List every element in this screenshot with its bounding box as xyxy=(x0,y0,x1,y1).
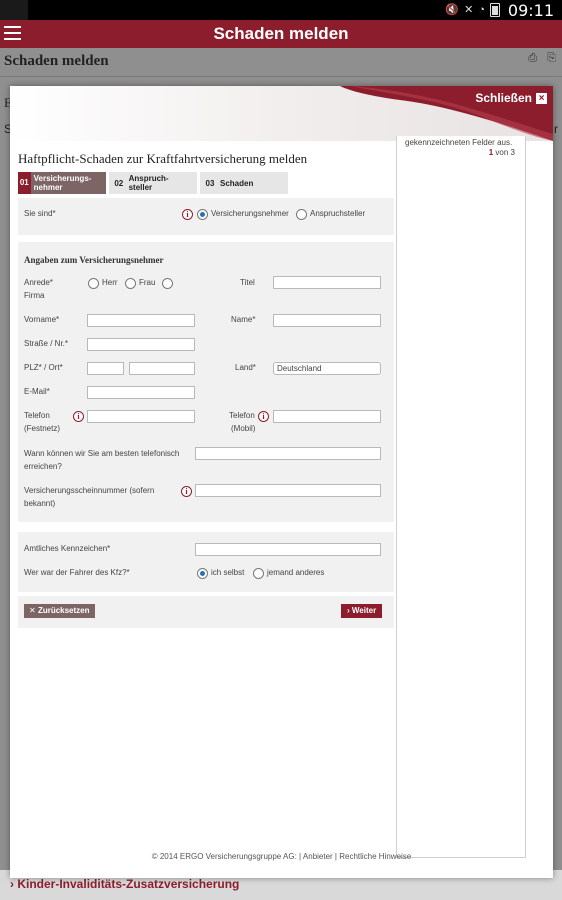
claim-form-modal: Schließen × gekennzeichneten Felder aus.… xyxy=(10,86,553,878)
vehicle-panel: Amtliches Kennzeichen* Wer war der Fahre… xyxy=(18,532,394,592)
kennzeichen-input[interactable] xyxy=(195,543,381,556)
radio-label: Anspruchsteller xyxy=(310,209,366,218)
next-button[interactable]: › Weiter xyxy=(341,604,383,618)
mute-icon: 🔇 xyxy=(445,4,460,16)
radio-ich-selbst[interactable] xyxy=(197,568,208,579)
step-1[interactable]: 01 Versicherungs-nehmer xyxy=(18,172,106,194)
erreichbar-input[interactable] xyxy=(195,447,381,460)
radio-jemand-anderes[interactable] xyxy=(253,568,264,579)
app-bar: Schaden melden xyxy=(0,20,562,48)
strasse-input[interactable] xyxy=(87,338,195,351)
modal-header: Schließen × xyxy=(10,86,553,141)
page-indicator: 1 von 3 xyxy=(488,148,515,157)
notification-area xyxy=(0,0,28,20)
page-title: Schaden melden xyxy=(4,53,109,69)
salutation-label: Anrede* xyxy=(24,278,53,287)
reset-button[interactable]: ✕ Zurücksetzen xyxy=(24,604,95,618)
page-tools: ⎙ ⎘ xyxy=(528,52,556,65)
land-label: Land* xyxy=(235,363,256,372)
telefon-mobil-input[interactable] xyxy=(273,410,381,423)
telefon-mobil-label: Telefon xyxy=(229,411,255,420)
radio-frau[interactable] xyxy=(125,278,136,289)
radio-versicherungsnehmer[interactable] xyxy=(197,209,208,220)
step-2[interactable]: 02 Anspruch- steller xyxy=(109,172,197,194)
required-note: gekennzeichneten Felder aus. xyxy=(405,138,513,147)
versicherungsschein-input[interactable] xyxy=(195,484,381,497)
erreichbar-label: Wann können wir Sie am besten telefonisc… xyxy=(24,449,180,458)
role-panel: Sie sind* i Versicherungsnehmer Anspruch… xyxy=(18,198,394,235)
radio-label: ich selbst xyxy=(211,568,245,577)
status-bar: 🔇 ✕ ◔ 09:11 xyxy=(0,0,562,20)
versicherungsschein-sublabel: bekannt) xyxy=(24,499,56,508)
background-text: r xyxy=(554,122,558,136)
divider xyxy=(0,76,562,77)
versicherungsschein-label: Versicherungsscheinnummer (sofern xyxy=(24,486,155,495)
telefon-festnetz-label: Telefon xyxy=(24,411,50,420)
no-signal-icon: ✕ xyxy=(464,4,474,16)
name-input[interactable] xyxy=(273,314,381,327)
vorname-label: Vorname* xyxy=(24,315,60,324)
plz-input[interactable] xyxy=(87,362,124,375)
info-icon[interactable]: i xyxy=(258,411,269,422)
telefon-festnetz-input[interactable] xyxy=(87,410,195,423)
battery-icon xyxy=(490,3,500,17)
sidebar-panel: gekennzeichneten Felder aus. 1 von 3 xyxy=(396,136,526,858)
header-swoosh xyxy=(10,86,553,141)
role-label: Sie sind* xyxy=(24,209,56,218)
clock: 09:11 xyxy=(507,1,554,20)
status-icons: 🔇 ✕ ◔ xyxy=(445,3,500,17)
vorname-input[interactable] xyxy=(87,314,195,327)
radio-label: jemand anderes xyxy=(267,568,325,577)
step-3[interactable]: 03 Schaden xyxy=(200,172,288,194)
info-icon[interactable]: i xyxy=(181,486,192,497)
kennzeichen-label: Amtliches Kennzeichen* xyxy=(24,544,111,553)
info-icon[interactable]: i xyxy=(73,411,84,422)
firma-label: Firma xyxy=(24,291,45,300)
radio-anspruchsteller[interactable] xyxy=(296,209,307,220)
titel-label: Titel xyxy=(240,278,255,287)
policyholder-panel: Angaben zum Versicherungsnehmer Anrede* … xyxy=(18,242,394,522)
email-input[interactable] xyxy=(87,386,195,399)
step-indicator: 01 Versicherungs-nehmer 02 Anspruch- ste… xyxy=(18,172,288,194)
info-icon[interactable]: i xyxy=(182,209,193,220)
background-link[interactable]: › Kinder-Invaliditäts-Zusatzversicherung xyxy=(10,877,239,891)
form-title: Haftpflicht-Schaden zur Kraftfahrtversic… xyxy=(18,151,308,166)
telefon-mobil-sublabel: (Mobil) xyxy=(231,424,256,433)
strasse-label: Straße / Nr.* xyxy=(24,339,69,348)
radio-label: Herr xyxy=(102,278,118,287)
driver-label: Wer war der Fahrer des Kfz?* xyxy=(24,568,130,577)
telefon-festnetz-sublabel: (Festnetz) xyxy=(24,424,61,433)
land-select[interactable]: Deutschland xyxy=(273,362,381,375)
pdf-icon[interactable]: ⎘ xyxy=(547,52,556,65)
app-title: Schaden melden xyxy=(213,24,349,43)
section-title: Angaben zum Versicherungsnehmer xyxy=(24,255,164,265)
radio-herr[interactable] xyxy=(88,278,99,289)
name-label: Name* xyxy=(231,315,256,324)
erreichbar-sublabel: erreichen? xyxy=(24,462,62,471)
footer: © 2014 ERGO Versicherungsgruppe AG: | An… xyxy=(151,852,412,861)
wifi-icon: ◔ xyxy=(478,4,485,16)
close-button[interactable]: Schließen × xyxy=(475,91,547,105)
print-icon[interactable]: ⎙ xyxy=(528,52,537,65)
titel-input[interactable] xyxy=(273,276,381,289)
close-icon: × xyxy=(536,92,547,104)
radio-label: Frau xyxy=(139,278,156,287)
ort-input[interactable] xyxy=(129,362,195,375)
plz-ort-label: PLZ* / Ort* xyxy=(24,363,63,372)
radio-label: Versicherungsnehmer xyxy=(211,209,289,218)
email-label: E-Mail* xyxy=(24,387,50,396)
radio-firma[interactable] xyxy=(162,278,173,289)
